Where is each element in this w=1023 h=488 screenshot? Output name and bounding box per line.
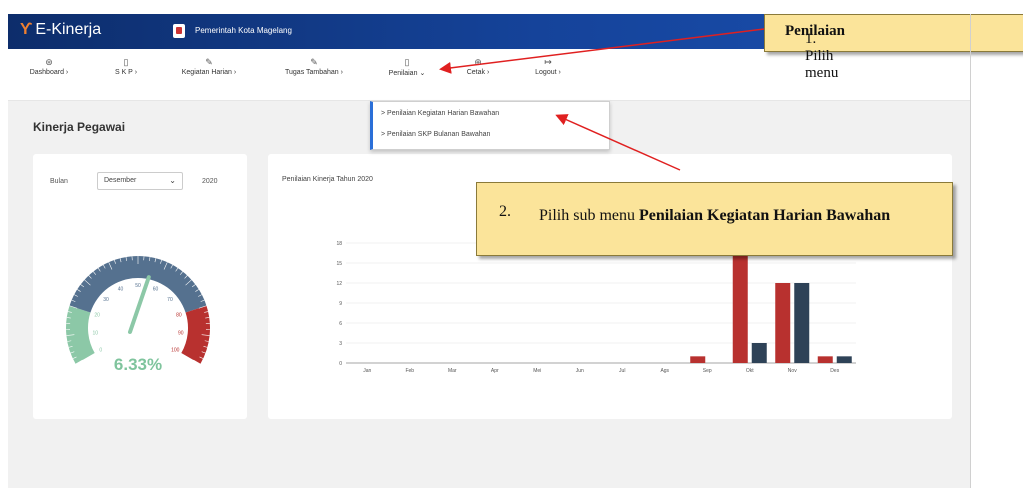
instruction-text-2: Pilih sub menu Penilaian Kegiatan Harian… [539,203,939,228]
instruction-prefix: 1. Pilih menu [805,31,839,81]
arrow-to-sub-menu [555,114,681,171]
arrow-to-penilaian-menu [439,28,765,74]
instruction-bold: Penilaian Kegiatan Harian Bawahan [639,207,891,224]
instruction-text-1: 1. Pilih menu Penilaian [785,23,845,81]
instruction-callout-1: 1. Pilih menu Penilaian [764,14,1023,81]
page-edge [970,14,971,488]
instruction-prefix: Pilih sub menu [539,207,640,224]
instruction-number: 2. [499,203,511,220]
instruction-callout-2: 2. Pilih sub menu Penilaian Kegiatan Har… [476,182,953,256]
